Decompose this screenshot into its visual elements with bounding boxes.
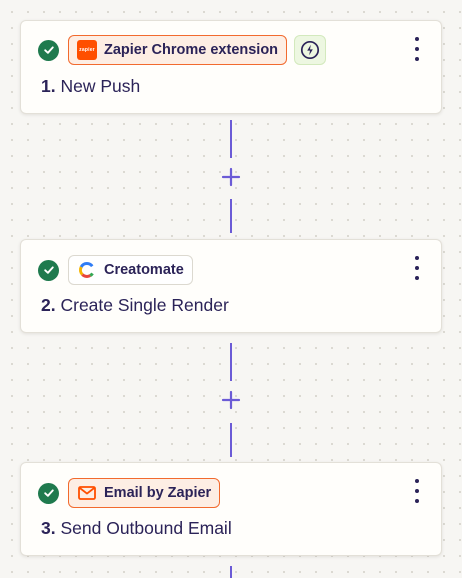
step-card-1[interactable]: zapier Zapier Chrome extension 1. New Pu… xyxy=(20,20,442,114)
connector-line xyxy=(230,199,232,233)
step-card-2[interactable]: Creatomate 2. Create Single Render xyxy=(20,239,442,333)
zapier-logo-icon: zapier xyxy=(77,40,97,60)
step-title: Create Single Render xyxy=(60,295,229,315)
step-title: New Push xyxy=(60,76,141,96)
add-step-button-1[interactable] xyxy=(219,165,243,189)
add-step-button-2[interactable] xyxy=(219,388,243,412)
connector-line xyxy=(230,343,232,381)
kebab-menu-icon[interactable] xyxy=(411,479,423,503)
step-title-line: 1. New Push xyxy=(41,76,140,97)
app-pill-email-by-zapier[interactable]: Email by Zapier xyxy=(68,478,221,508)
step-number: 1. xyxy=(41,76,56,96)
app-pill-creatomate[interactable]: Creatomate xyxy=(68,255,193,285)
creatomate-logo-icon xyxy=(77,260,97,280)
kebab-menu-icon[interactable] xyxy=(411,256,423,280)
check-circle-icon xyxy=(38,259,59,281)
app-name: Creatomate xyxy=(104,262,184,278)
plus-icon xyxy=(221,390,241,410)
connector-line xyxy=(230,566,232,578)
check-circle-icon xyxy=(38,39,59,61)
app-pill-zapier-chrome-extension[interactable]: zapier Zapier Chrome extension xyxy=(68,35,288,65)
kebab-menu-icon[interactable] xyxy=(411,37,423,61)
plus-icon xyxy=(221,167,241,187)
instant-trigger-badge[interactable] xyxy=(294,35,327,65)
step-number: 3. xyxy=(41,518,56,538)
check-circle-icon xyxy=(38,482,59,504)
lightning-bolt-icon xyxy=(300,40,320,60)
step-number: 2. xyxy=(41,295,56,315)
app-name: Email by Zapier xyxy=(104,485,212,501)
step-title-line: 2. Create Single Render xyxy=(41,295,229,316)
connector-3 xyxy=(229,560,233,578)
step-title: Send Outbound Email xyxy=(60,518,232,538)
step-title-line: 3. Send Outbound Email xyxy=(41,518,232,539)
email-envelope-icon xyxy=(77,483,97,503)
connector-line xyxy=(230,120,232,158)
step-card-3[interactable]: Email by Zapier 3. Send Outbound Email xyxy=(20,462,442,556)
connector-line xyxy=(230,423,232,457)
app-name: Zapier Chrome extension xyxy=(104,42,279,58)
